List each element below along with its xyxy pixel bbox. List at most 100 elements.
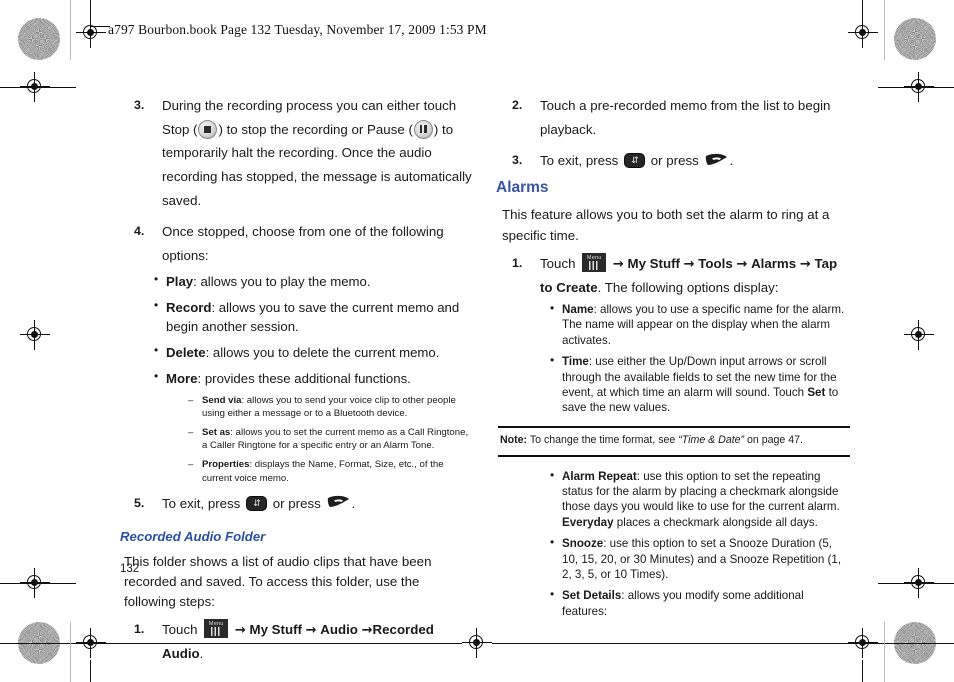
option-term: Time bbox=[562, 355, 589, 369]
registration-mark-top-left bbox=[76, 18, 106, 48]
registration-mark-center-right bbox=[904, 320, 934, 350]
menu-path-item: My Stuff bbox=[627, 256, 680, 272]
step-text-part-1: To exit, press bbox=[162, 495, 241, 511]
option-desc: : allows you to play the memo. bbox=[193, 273, 371, 289]
option-term: Snooze bbox=[562, 537, 604, 551]
crop-line-top-right bbox=[862, 0, 863, 22]
gutter-line-right bbox=[884, 0, 885, 60]
menu-path-item: Audio bbox=[320, 622, 358, 638]
trim-line-bottom-right bbox=[878, 583, 954, 584]
crop-line-top-left bbox=[90, 0, 91, 22]
list-item: Set as: allows you to set the current me… bbox=[188, 426, 472, 452]
alarms-intro-paragraph: This feature allows you to both set the … bbox=[502, 206, 830, 243]
note-label: Note: bbox=[500, 433, 528, 446]
note-text-pre: To change the time format, see bbox=[527, 433, 679, 446]
step-text-part-1: To exit, press bbox=[540, 153, 619, 169]
step-text-part-2: or press bbox=[272, 495, 321, 511]
menu-path-item: Tools bbox=[698, 256, 733, 272]
list-item: Record: allows you to save the current m… bbox=[154, 297, 472, 336]
step-text: Touch a pre-recorded memo from the list … bbox=[540, 98, 831, 137]
option-term: More bbox=[166, 371, 198, 387]
options-list: Play: allows you to play the memo. Recor… bbox=[120, 271, 472, 485]
step-number: 1. bbox=[134, 622, 145, 637]
step-number: 2. bbox=[512, 98, 523, 112]
option-term: Record bbox=[166, 299, 212, 315]
subitem-term: Send via bbox=[202, 395, 242, 407]
option-term: Set Details bbox=[562, 589, 622, 603]
step-text-part-2: or press bbox=[650, 153, 699, 169]
pause-button-icon bbox=[413, 119, 433, 139]
menu-path-item: My Stuff bbox=[249, 622, 302, 638]
list-item: Name: allows you to use a specific name … bbox=[550, 301, 850, 348]
step-text-tail: . The following options display: bbox=[597, 280, 779, 296]
back-key-icon: ⇵ bbox=[624, 153, 646, 169]
option-term: Delete bbox=[166, 345, 206, 361]
list-item: 1. Touch Menu → My Stuff → Audio →Record… bbox=[120, 618, 472, 666]
option-desc-pre: : use either the Up/Down input arrows or… bbox=[562, 355, 837, 399]
step-text-tail: . bbox=[199, 646, 204, 662]
crop-line-bottom-right bbox=[862, 660, 863, 682]
left-column: 3. During the recording process you can … bbox=[120, 94, 472, 674]
header-underline bbox=[90, 26, 110, 27]
alarm-options-list-a: Name: allows you to use a specific name … bbox=[498, 301, 850, 416]
option-desc-emphasis: Everyday bbox=[562, 515, 614, 529]
printed-page: a797 Bourbon.book Page 132 Tuesday, Nove… bbox=[0, 0, 954, 682]
note-callout: Note: To change the time format, see “Ti… bbox=[498, 425, 850, 457]
option-desc-pre: : use this option to set a Snooze Durati… bbox=[562, 537, 842, 582]
list-item: Alarm Repeat: use this option to set the… bbox=[550, 468, 850, 531]
note-reference-title: “Time & Date” bbox=[678, 433, 745, 446]
list-item: 4. Once stopped, choose from one of the … bbox=[120, 220, 472, 267]
step-text-part-3: . bbox=[729, 153, 734, 169]
list-item: Snooze: use this option to set a Snooze … bbox=[550, 535, 850, 582]
list-item: Time: use either the Up/Down input arrow… bbox=[550, 353, 850, 416]
arrow-icon: → bbox=[361, 623, 373, 639]
step-number: 1. bbox=[512, 256, 523, 271]
crop-line-bottom-left bbox=[90, 660, 91, 682]
subitem-term: Properties bbox=[202, 459, 250, 471]
option-desc: : allows you to use a specific name for … bbox=[562, 302, 845, 347]
arrow-icon: → bbox=[612, 257, 624, 273]
step-number: 5. bbox=[134, 495, 145, 510]
step-number: 4. bbox=[134, 224, 145, 239]
arrow-icon: → bbox=[305, 623, 317, 639]
alarm-options-list-b: Alarm Repeat: use this option to set the… bbox=[498, 468, 850, 620]
step-text-part-2: ) to stop the recording or Pause ( bbox=[218, 121, 413, 137]
arrow-icon: → bbox=[736, 257, 748, 273]
trim-line-bottom bbox=[0, 583, 76, 584]
page-number: 132 bbox=[120, 563, 140, 575]
list-item: 3. During the recording process you can … bbox=[120, 94, 472, 212]
trim-line-top bbox=[0, 87, 76, 88]
list-item: Set Details: allows you modify some addi… bbox=[550, 587, 850, 619]
right-column: 2. Touch a pre-recorded memo from the li… bbox=[496, 94, 850, 625]
arrow-icon: → bbox=[799, 257, 811, 273]
print-texture-swatch-top-right bbox=[894, 18, 936, 60]
option-desc: : allows you to delete the current memo. bbox=[205, 345, 440, 361]
folder-description-paragraph: This folder shows a list of audio clips … bbox=[124, 554, 432, 610]
note-text-post: on page 47. bbox=[744, 433, 803, 446]
list-item: Properties: displays the Name, Format, S… bbox=[188, 458, 472, 484]
step-text-touch: Touch bbox=[540, 256, 576, 272]
list-item: Send via: allows you to send your voice … bbox=[188, 394, 472, 420]
step-number: 3. bbox=[134, 98, 145, 112]
gutter-line-left bbox=[70, 0, 71, 60]
list-item: 5. To exit, press ⇵ or press . bbox=[120, 492, 472, 516]
list-item: 1. Touch Menu → My Stuff → Tools → Alarm… bbox=[498, 252, 850, 300]
list-item: Delete: allows you to delete the current… bbox=[154, 342, 472, 362]
option-term: Play bbox=[166, 273, 194, 289]
list-item: Play: allows you to play the memo. bbox=[154, 271, 472, 291]
step-number: 3. bbox=[512, 153, 523, 168]
section-subheading-recorded-audio-folder: Recorded Audio Folder bbox=[120, 529, 266, 545]
stop-button-icon bbox=[198, 119, 218, 139]
subitem-desc: : allows you to send your voice clip to … bbox=[202, 395, 456, 420]
subitem-desc: : allows you to set the current memo as … bbox=[202, 427, 469, 452]
option-desc-post: places a checkmark alongside all days. bbox=[613, 515, 818, 529]
option-desc: : provides these additional functions. bbox=[197, 371, 411, 387]
step-text-part-3: . bbox=[351, 495, 356, 511]
book-header-line: a797 Bourbon.book Page 132 Tuesday, Nove… bbox=[108, 22, 487, 37]
arrow-icon: → bbox=[234, 623, 246, 639]
more-sublist: Send via: allows you to send your voice … bbox=[166, 394, 472, 484]
list-item: 2. Touch a pre-recorded memo from the li… bbox=[498, 94, 850, 141]
menu-key-icon: Menu bbox=[582, 253, 607, 273]
step-text: Once stopped, choose from one of the fol… bbox=[162, 224, 444, 263]
gutter-line-bottom-left bbox=[70, 622, 71, 682]
